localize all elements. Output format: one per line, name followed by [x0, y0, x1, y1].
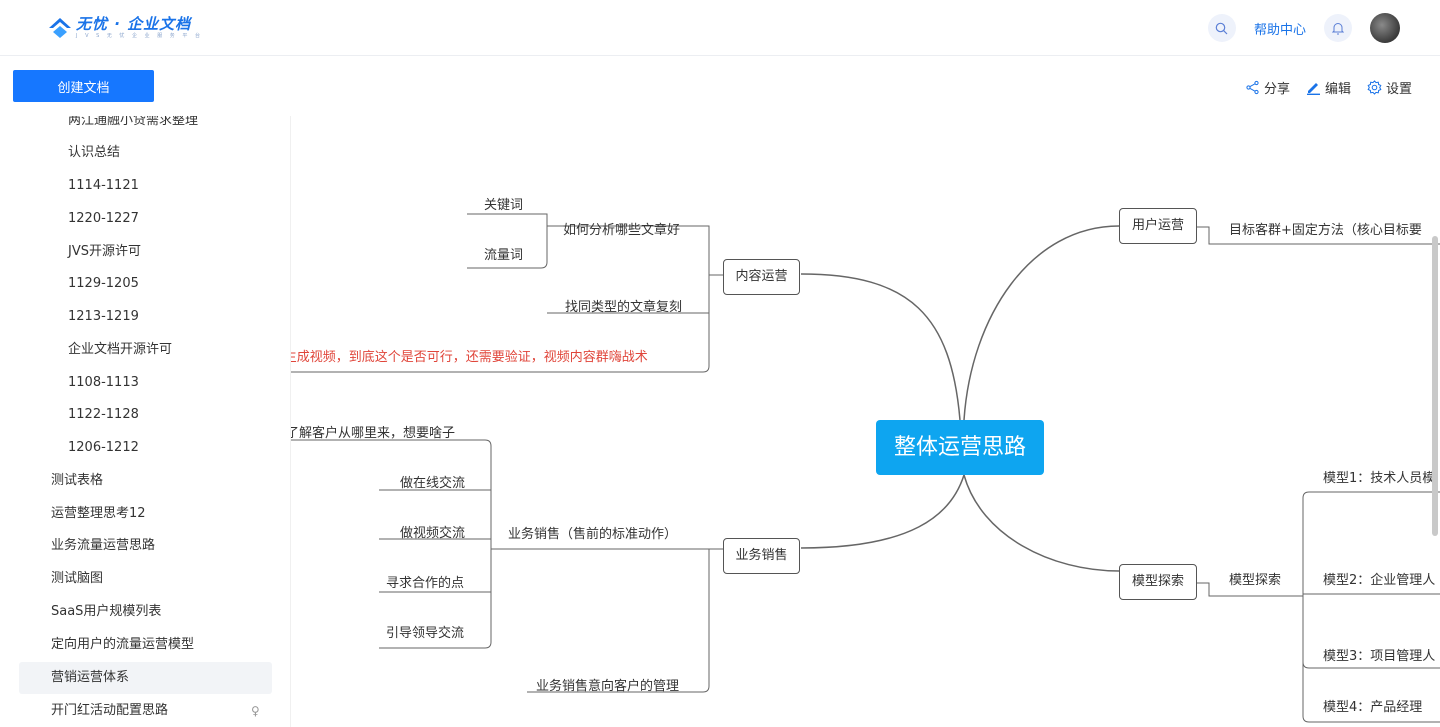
tree-item[interactable]: 运营整理思考12: [51, 498, 146, 530]
canvas-scrollbar[interactable]: [1432, 236, 1438, 536]
node-content-ops[interactable]: 内容运营: [723, 259, 800, 295]
mindmap-canvas[interactable]: 整体运营思路 内容运营 如何分析哪些文章好 关键词 流量词 找同类型的文章复刻 …: [290, 116, 1440, 727]
node-model-3[interactable]: 模型3：项目管理人: [1323, 648, 1435, 666]
tree-item[interactable]: 测试表格: [51, 465, 103, 497]
node-model-explore-detail[interactable]: 模型探索: [1229, 572, 1281, 590]
notification-button[interactable]: [1324, 14, 1352, 42]
tree-item[interactable]: JVS开源许可: [68, 236, 141, 268]
logo-title: 无忧 · 企业文档: [76, 15, 192, 33]
node-guide-leader[interactable]: 引导领导交流: [386, 625, 464, 643]
help-center-link[interactable]: 帮助中心: [1254, 19, 1306, 38]
node-biz-standard[interactable]: 业务销售（售前的标准动作）: [508, 526, 677, 544]
tree-item[interactable]: 测试脑图: [51, 563, 103, 595]
node-model-explore[interactable]: 模型探索: [1119, 564, 1197, 600]
tree-item[interactable]: 业务流量运营思路: [51, 530, 155, 562]
tree-item[interactable]: 认识总结: [68, 137, 120, 169]
gear-icon: [1367, 79, 1382, 95]
node-know-customer[interactable]: 了解客户从哪里来，想要啥子: [291, 425, 455, 443]
node-target-group[interactable]: 目标客群+固定方法（核心目标要: [1229, 222, 1422, 240]
user-avatar[interactable]: [1370, 13, 1400, 43]
node-video-note[interactable]: AI生成视频，到底这个是否可行，还需要验证，视频内容群嗨战术: [291, 349, 648, 367]
tree-item[interactable]: 1122-1128: [68, 399, 139, 431]
node-coop-point[interactable]: 寻求合作的点: [386, 575, 464, 593]
mindmap-root-node[interactable]: 整体运营思路: [876, 420, 1044, 475]
pencil-icon: [1306, 82, 1320, 95]
tree-item[interactable]: 1206-1212: [68, 432, 139, 464]
settings-button[interactable]: 设置: [1367, 78, 1412, 97]
search-button[interactable]: [1207, 14, 1236, 42]
node-copy-articles[interactable]: 找同类型的文章复刻: [565, 299, 682, 317]
tree-item[interactable]: 两江通融小贷需求整理: [68, 116, 198, 137]
tree-item[interactable]: 开门红活动配置思路: [51, 695, 168, 727]
node-model-4[interactable]: 模型4：产品经理: [1323, 699, 1422, 717]
share-button[interactable]: 分享: [1245, 78, 1290, 97]
pin-icon[interactable]: ♀: [251, 695, 260, 727]
settings-label: 设置: [1385, 81, 1412, 97]
tree-item[interactable]: 1213-1219: [68, 301, 139, 333]
create-document-button[interactable]: 创建文档: [13, 70, 154, 102]
logo-subtitle: J V S 无 忧 企 业 服 务 平 台: [76, 33, 203, 39]
edit-button[interactable]: 编辑: [1306, 78, 1351, 97]
share-label: 分享: [1263, 81, 1290, 97]
tree-item[interactable]: 1108-1113: [68, 367, 139, 399]
node-user-ops[interactable]: 用户运营: [1119, 208, 1197, 244]
document-tree: 两江通融小贷需求整理 认识总结 1114-1121 1220-1227 JVS开…: [0, 116, 290, 727]
node-traffic-word[interactable]: 流量词: [484, 247, 523, 265]
node-video-chat[interactable]: 做视频交流: [400, 525, 465, 543]
node-online-chat[interactable]: 做在线交流: [400, 475, 465, 493]
top-header: 无忧 · 企业文档 J V S 无 忧 企 业 服 务 平 台 帮助中心: [0, 0, 1440, 56]
share-icon: [1246, 80, 1259, 94]
tree-item[interactable]: 定向用户的流量运营模型: [51, 629, 194, 661]
document-toolbar: 分享 编辑 设置: [1229, 76, 1412, 98]
tree-item[interactable]: 1220-1227: [68, 203, 139, 235]
node-model-2[interactable]: 模型2：企业管理人: [1323, 572, 1435, 590]
node-intent-mgmt[interactable]: 业务销售意向客户的管理: [536, 678, 679, 696]
bell-icon: [1332, 22, 1344, 34]
tree-item[interactable]: 1129-1205: [68, 268, 139, 300]
tree-item[interactable]: 企业文档开源许可: [68, 334, 172, 366]
tree-item-selected[interactable]: 营销运营体系: [51, 662, 129, 694]
tree-item[interactable]: SaaS用户规模列表: [51, 596, 161, 628]
node-model-1[interactable]: 模型1：技术人员模: [1323, 470, 1435, 488]
tree-item[interactable]: 1114-1121: [68, 170, 139, 202]
logo-icon: [49, 18, 71, 38]
search-icon: [1216, 22, 1228, 34]
node-analyze-articles[interactable]: 如何分析哪些文章好: [563, 222, 680, 240]
node-biz-sales[interactable]: 业务销售: [723, 538, 800, 574]
node-keyword[interactable]: 关键词: [484, 197, 523, 215]
brand-logo[interactable]: 无忧 · 企业文档 J V S 无 忧 企 业 服 务 平 台: [48, 14, 203, 42]
edit-label: 编辑: [1324, 81, 1351, 97]
